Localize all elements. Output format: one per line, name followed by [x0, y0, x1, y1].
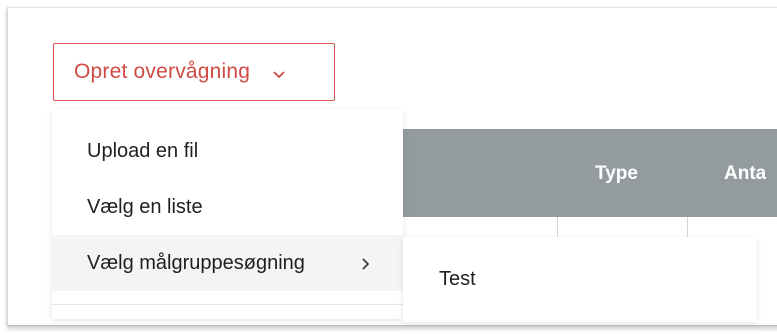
chevron-down-icon [272, 67, 286, 79]
menu-item-choose-audience-search[interactable]: Vælg målgruppesøgning [52, 235, 403, 291]
menu-divider [52, 304, 403, 305]
menu-item-upload-file[interactable]: Upload en fil [52, 123, 403, 179]
column-header-type[interactable]: Type [595, 163, 638, 185]
submenu-item-test[interactable]: Test [403, 253, 757, 305]
audience-search-submenu: Test [403, 237, 757, 322]
menu-item-choose-list[interactable]: Vælg en liste [52, 179, 403, 235]
table-header: Type Anta [403, 129, 777, 217]
create-monitoring-dropdown-button[interactable]: Opret overvågning [53, 43, 335, 101]
page: Type Anta Opret overvågning Upload en fi… [0, 0, 777, 334]
column-divider [687, 217, 688, 237]
dropdown-menu: Upload en fil Vælg en liste Vælg målgrup… [52, 109, 403, 319]
menu-item-label: Vælg målgruppesøgning [87, 251, 305, 274]
column-divider [557, 217, 558, 237]
column-header-antal[interactable]: Anta [724, 163, 766, 185]
submenu-item-label: Test [439, 267, 476, 290]
menu-item-label: Upload en fil [87, 139, 199, 162]
chevron-right-icon [361, 255, 371, 271]
create-monitoring-label: Opret overvågning [74, 60, 251, 83]
menu-item-label: Vælg en liste [87, 195, 203, 218]
